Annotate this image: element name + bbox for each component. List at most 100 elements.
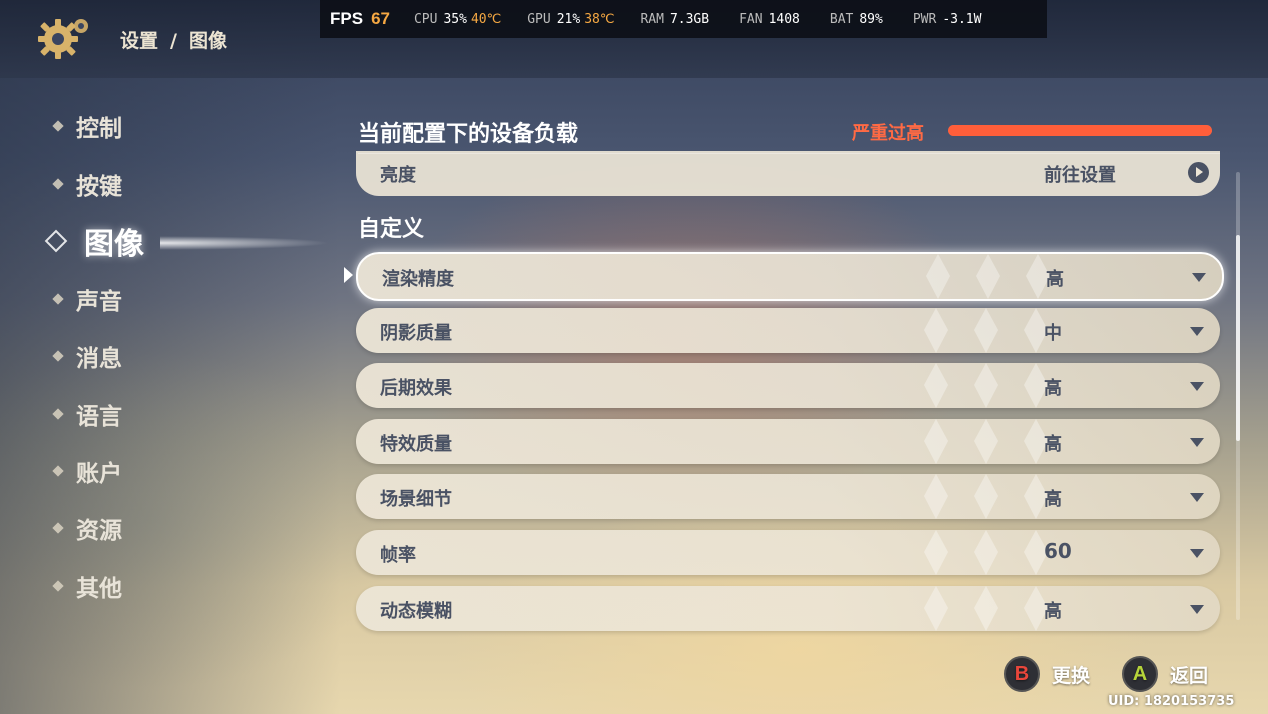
fan-value: 1408 — [768, 11, 800, 27]
device-load-fill — [948, 125, 1212, 136]
sidebar-item-label: 按键 — [76, 174, 122, 200]
sidebar-item-controls[interactable]: 控制 — [48, 106, 122, 146]
gear-icon — [38, 19, 88, 59]
setting-value: 高 — [1044, 489, 1062, 510]
gpu-value: 21% — [556, 11, 581, 27]
setting-label: 后期效果 — [380, 378, 452, 399]
fan-label: FAN — [739, 11, 763, 27]
bat-label: BAT — [829, 11, 854, 27]
back-button-hint[interactable]: A 返回 — [1122, 656, 1208, 692]
fps-value: 67 — [371, 9, 390, 28]
diamond-icon — [52, 178, 64, 190]
star-ornament-icon — [924, 530, 1048, 575]
brightness-label: 亮度 — [380, 165, 416, 186]
star-ornament-icon — [924, 308, 1048, 353]
setting-value: 高 — [1046, 269, 1064, 290]
setting-value: 中 — [1044, 323, 1062, 344]
diamond-icon — [52, 350, 64, 362]
back-label: 返回 — [1170, 664, 1209, 687]
setting-row-frame-rate[interactable]: 帧率 60 — [356, 530, 1220, 575]
setting-label: 阴影质量 — [380, 323, 452, 344]
setting-row-motion-blur[interactable]: 动态模糊 高 — [356, 586, 1220, 631]
ram-value: 7.3GB — [669, 11, 710, 27]
setting-label: 场景细节 — [380, 489, 452, 510]
selection-pointer-icon — [344, 267, 353, 283]
setting-row-scene-detail[interactable]: 场景细节 高 — [356, 474, 1220, 519]
sidebar-item-label: 控制 — [76, 116, 122, 142]
device-load-bar — [948, 125, 1212, 136]
setting-label: 帧率 — [380, 545, 416, 566]
chevron-down-icon[interactable] — [1190, 438, 1204, 447]
diamond-icon — [52, 408, 64, 420]
sidebar-item-keybinds[interactable]: 按键 — [48, 164, 122, 204]
star-ornament-icon — [924, 419, 1048, 464]
setting-row-effects-quality[interactable]: 特效质量 高 — [356, 419, 1220, 464]
diamond-icon — [52, 293, 64, 305]
chevron-down-icon[interactable] — [1190, 382, 1204, 391]
setting-row-post-processing[interactable]: 后期效果 高 — [356, 363, 1220, 408]
sidebar-item-other[interactable]: 其他 — [48, 566, 122, 606]
performance-overlay: FPS 67 CPU 35% 40℃ GPU 21% 38℃ RAM 7.3GB FAN 1… — [320, 0, 1047, 38]
setting-value: 高 — [1044, 601, 1062, 622]
chevron-down-icon[interactable] — [1190, 549, 1204, 558]
sidebar-item-label: 图像 — [84, 227, 144, 262]
cpu-temp: 40℃ — [470, 11, 502, 27]
setting-row-shadow-quality[interactable]: 阴影质量 中 — [356, 308, 1220, 353]
chevron-down-icon[interactable] — [1190, 493, 1204, 502]
scrollbar-thumb[interactable] — [1236, 234, 1240, 441]
sidebar-item-account[interactable]: 账户 — [48, 451, 122, 491]
sidebar-item-label: 资源 — [76, 518, 122, 544]
sidebar-item-label: 语言 — [76, 404, 122, 430]
device-load-status: 严重过高 — [852, 123, 924, 144]
diamond-outline-icon — [44, 229, 68, 253]
scrollbar[interactable] — [1236, 172, 1240, 620]
setting-row-render-resolution[interactable]: 渲染精度 高 — [356, 252, 1224, 301]
setting-label: 动态模糊 — [380, 601, 452, 622]
sidebar-item-audio[interactable]: 声音 — [48, 279, 122, 319]
sidebar-item-label: 其他 — [76, 576, 122, 602]
setting-label: 渲染精度 — [382, 269, 454, 290]
star-ornament-icon — [926, 254, 1050, 299]
diamond-icon — [52, 120, 64, 132]
device-load-title: 当前配置下的设备负载 — [358, 122, 579, 147]
diamond-icon — [52, 465, 64, 477]
setting-label: 特效质量 — [380, 434, 452, 455]
breadcrumb-separator: / — [170, 30, 177, 52]
change-button-hint[interactable]: B 更换 — [1004, 656, 1090, 692]
sidebar-item-label: 声音 — [76, 289, 122, 315]
setting-value: 60 — [1044, 539, 1072, 563]
bat-value: 89% — [859, 11, 883, 27]
setting-value: 高 — [1044, 378, 1062, 399]
breadcrumb-parent[interactable]: 设置 — [120, 30, 158, 52]
pwr-label: PWR — [912, 11, 937, 27]
sidebar-item-resources[interactable]: 资源 — [48, 508, 122, 548]
chevron-down-icon[interactable] — [1190, 605, 1204, 614]
pwr-value: -3.1W — [942, 11, 982, 27]
gpu-temp: 38℃ — [584, 11, 615, 27]
sidebar-item-messages[interactable]: 消息 — [48, 336, 122, 376]
setting-value: 高 — [1044, 434, 1062, 455]
divider — [358, 153, 1220, 154]
breadcrumb: 设置 / 图像 — [120, 26, 233, 53]
star-ornament-icon — [924, 586, 1048, 631]
chevron-down-icon[interactable] — [1190, 327, 1204, 336]
breadcrumb-current: 图像 — [188, 30, 227, 52]
uid-label: UID: 1820153735 — [1108, 694, 1235, 709]
sidebar-item-graphics[interactable]: 图像 — [44, 221, 144, 262]
section-title: 自定义 — [358, 217, 425, 242]
fps-label: FPS — [330, 9, 364, 28]
brightness-row[interactable]: 亮度 前往设置 — [356, 151, 1220, 196]
a-button-icon: A — [1122, 656, 1158, 692]
play-arrow-icon[interactable] — [1188, 162, 1209, 183]
sidebar-item-label: 消息 — [76, 346, 122, 372]
gpu-label: GPU — [527, 11, 551, 27]
change-label: 更换 — [1052, 664, 1091, 687]
cpu-label: CPU — [413, 11, 438, 27]
star-ornament-icon — [924, 474, 1048, 519]
sidebar-item-language[interactable]: 语言 — [48, 394, 122, 434]
b-button-icon: B — [1004, 656, 1040, 692]
star-ornament-icon — [924, 363, 1048, 408]
chevron-down-icon[interactable] — [1192, 273, 1206, 282]
brightness-goto-label: 前往设置 — [1044, 165, 1116, 186]
diamond-icon — [52, 580, 64, 592]
